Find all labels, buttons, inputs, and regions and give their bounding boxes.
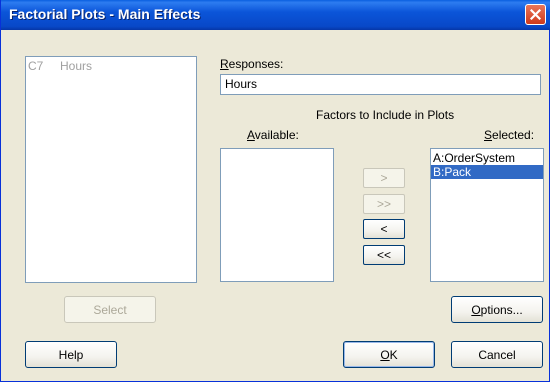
ok-button[interactable]: OK (343, 341, 435, 368)
list-item[interactable]: A:OrderSystem (431, 151, 543, 165)
available-listbox[interactable] (220, 148, 334, 282)
columns-listbox[interactable]: C7 Hours (25, 56, 197, 283)
options-button[interactable]: Options... (451, 296, 543, 323)
remove-one-button[interactable]: < (363, 219, 405, 239)
add-one-button[interactable]: > (363, 168, 405, 188)
column-name: Hours (60, 59, 93, 73)
window-title: Factorial Plots - Main Effects (9, 6, 201, 22)
responses-label: Responses: (220, 57, 284, 71)
close-icon (530, 9, 541, 20)
add-all-button[interactable]: >> (363, 194, 405, 214)
list-item-selected[interactable]: B:Pack (431, 165, 543, 179)
close-button[interactable] (525, 4, 546, 25)
factors-heading: Factors to Include in Plots (316, 108, 455, 122)
selected-listbox[interactable]: A:OrderSystem B:Pack (430, 148, 544, 282)
select-button[interactable]: Select (64, 296, 156, 323)
cancel-button[interactable]: Cancel (451, 341, 543, 368)
selected-label: Selected: (484, 128, 535, 142)
title-bar[interactable]: Factorial Plots - Main Effects (1, 0, 550, 30)
responses-input[interactable]: Hours (220, 74, 541, 95)
available-label: Available: (247, 128, 299, 142)
column-id: C7 (28, 59, 44, 73)
list-item[interactable]: C7 Hours (26, 59, 196, 73)
help-button[interactable]: Help (25, 341, 117, 368)
remove-all-button[interactable]: << (363, 245, 405, 265)
responses-value: Hours (225, 77, 258, 91)
dialog-window: Factorial Plots - Main Effects C7 Hours … (0, 0, 550, 382)
